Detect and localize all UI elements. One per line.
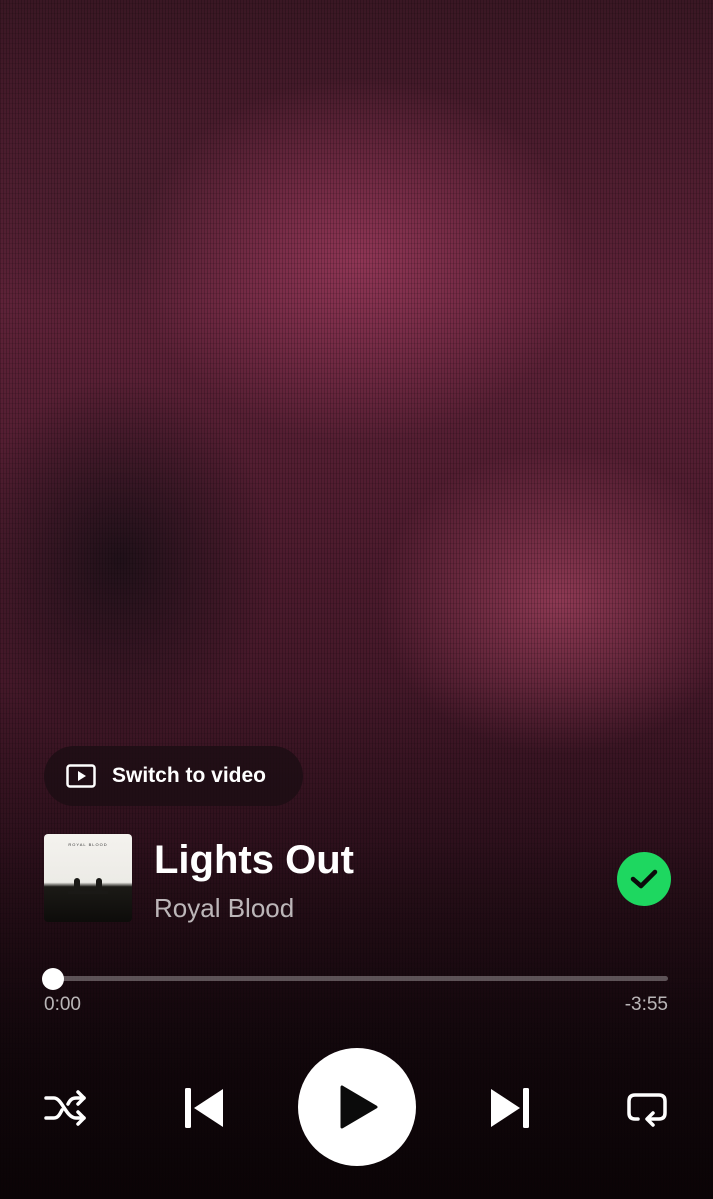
switch-to-video-label: Switch to video <box>112 764 267 787</box>
play-icon <box>340 1085 378 1129</box>
album-art-figure <box>96 878 102 892</box>
switch-to-video-button[interactable]: Switch to video <box>44 746 303 806</box>
track-info: ROYAL BLOOD Lights Out Royal Blood <box>44 834 671 924</box>
previous-track-button[interactable] <box>178 1084 230 1132</box>
checkmark-icon <box>630 869 658 889</box>
skip-previous-icon <box>185 1088 223 1128</box>
shuffle-icon <box>44 1090 86 1126</box>
play-button[interactable] <box>298 1048 416 1166</box>
video-play-icon <box>66 764 96 788</box>
track-artist[interactable]: Royal Blood <box>154 892 294 924</box>
progress-scrubber-handle[interactable] <box>42 968 64 990</box>
playback-progress: 0:00 -3:55 <box>42 966 668 1026</box>
skip-next-icon <box>491 1088 529 1128</box>
track-title[interactable]: Lights Out <box>154 836 354 884</box>
playback-controls <box>0 1048 713 1166</box>
now-playing-screen: Switch to video ROYAL BLOOD Lights Out R… <box>0 0 713 1199</box>
liked-checkmark-button[interactable] <box>617 852 671 906</box>
album-art-figure <box>74 878 80 892</box>
next-track-button[interactable] <box>484 1084 536 1132</box>
shuffle-button[interactable] <box>40 1086 92 1130</box>
progress-bar[interactable] <box>44 976 668 981</box>
album-art[interactable]: ROYAL BLOOD <box>44 834 132 922</box>
remaining-time: -3:55 <box>624 994 668 1015</box>
repeat-icon <box>627 1093 667 1127</box>
album-art-text: ROYAL BLOOD <box>68 842 108 847</box>
repeat-button[interactable] <box>622 1086 672 1130</box>
elapsed-time: 0:00 <box>44 994 81 1015</box>
